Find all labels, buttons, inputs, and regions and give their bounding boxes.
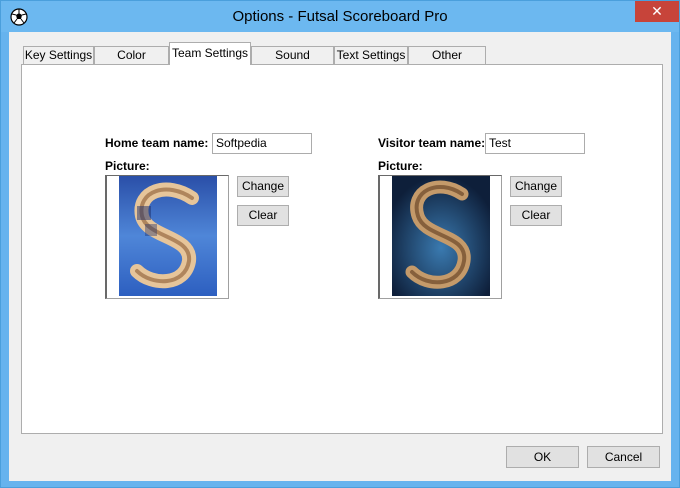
home-change-button[interactable]: Change: [237, 176, 289, 197]
close-icon: ✕: [651, 3, 663, 19]
tab-other-settings[interactable]: Other Settings: [408, 46, 486, 79]
window-title: Options - Futsal Scoreboard Pro: [232, 8, 448, 25]
close-button[interactable]: ✕: [635, 1, 679, 22]
tab-sound-settings[interactable]: Sound Settings: [251, 46, 334, 79]
visitor-team-name-label: Visitor team name:: [378, 136, 486, 150]
home-team-picture: [119, 176, 217, 296]
options-window: Options - Futsal Scoreboard Pro ✕ Key Se…: [0, 0, 680, 488]
ok-button[interactable]: OK: [506, 446, 579, 468]
tab-key-settings[interactable]: Key Settings: [23, 46, 94, 65]
tab-color-settings[interactable]: Color Settings: [94, 46, 169, 79]
visitor-picture-label: Picture:: [378, 159, 423, 173]
visitor-change-button[interactable]: Change: [510, 176, 562, 197]
tab-team-settings[interactable]: Team Settings: [169, 42, 251, 65]
visitor-team-picture: [392, 176, 490, 296]
visitor-clear-button[interactable]: Clear: [510, 205, 562, 226]
tab-text-settings[interactable]: Text Settings: [334, 46, 408, 65]
home-clear-button[interactable]: Clear: [237, 205, 289, 226]
tab-label: Text Settings: [336, 48, 406, 62]
tab-label: Team Settings: [171, 46, 249, 60]
title-bar[interactable]: Options - Futsal Scoreboard Pro ✕: [1, 1, 679, 32]
home-picture-box[interactable]: [105, 175, 229, 299]
home-team-name-input[interactable]: Softpedia: [212, 133, 312, 154]
visitor-picture-box[interactable]: [378, 175, 502, 299]
home-team-name-label: Home team name:: [105, 136, 209, 150]
home-picture-label: Picture:: [105, 159, 150, 173]
team-settings-panel: Home team name: Softpedia Picture: Chang…: [21, 64, 663, 434]
dialog-body: Key Settings Color Settings Team Setting…: [9, 32, 671, 481]
cancel-button[interactable]: Cancel: [587, 446, 660, 468]
tab-label: Key Settings: [24, 48, 93, 62]
visitor-team-name-input[interactable]: Test: [485, 133, 585, 154]
